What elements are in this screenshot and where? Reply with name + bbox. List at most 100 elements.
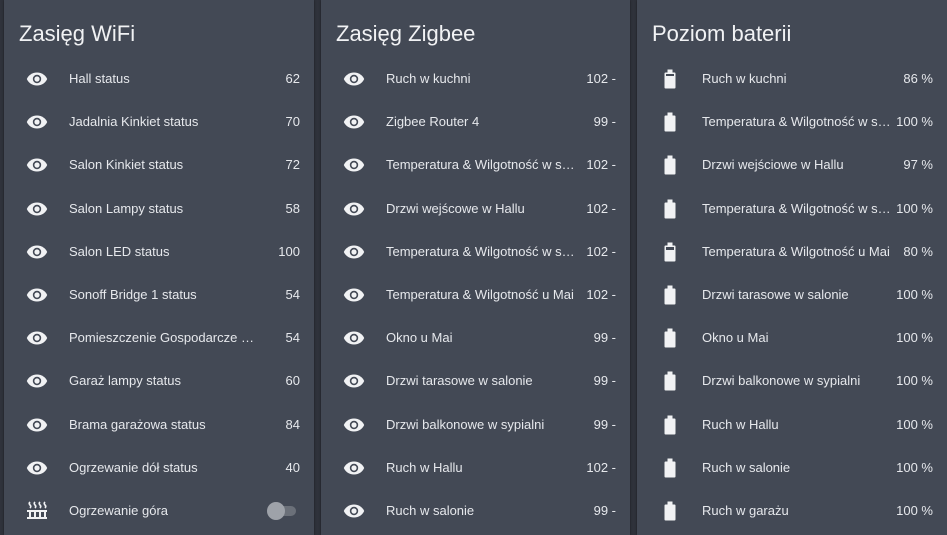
entity-name: Drzwi balkonowe w sypialni: [702, 373, 861, 389]
battery-icon: [659, 198, 681, 220]
list-item[interactable]: Jadalnia Kinkiet status 70: [4, 107, 314, 137]
entity-name: Okno u Mai: [386, 330, 453, 346]
entity-value: 84: [285, 416, 300, 432]
list-item[interactable]: Temperatura & Wilgotność w sypialni 102 -: [321, 237, 630, 267]
entity-name: Pomieszczenie Gospodarcze Lampy status: [69, 330, 260, 346]
list-item[interactable]: Temperatura & Wilgotność w sypialni100 %: [637, 194, 947, 224]
list-item[interactable]: Drzwi wejścowe w Hallu 102 -: [321, 194, 630, 224]
list-item[interactable]: Ruch w kuchni 102 -: [321, 64, 630, 94]
entity-value: 60: [285, 373, 300, 389]
eye-icon: [26, 327, 48, 349]
entity-value: 100 %: [896, 200, 933, 216]
eye-icon: [343, 284, 365, 306]
list-item[interactable]: Ruch w garażu 100 %: [637, 496, 947, 526]
entity-value: 99 -: [593, 416, 616, 432]
entity-name: Ruch w garażu: [702, 503, 789, 518]
card-title: Zasięg WiFi: [19, 21, 136, 46]
battery-icon: [659, 284, 681, 306]
battery-icon: [659, 241, 681, 263]
list-item[interactable]: Okno u Mai 99 -: [321, 323, 630, 353]
entity-value: 72: [285, 157, 300, 173]
list-item[interactable]: Drzwi tarasowe w salonie 99 -: [321, 366, 630, 396]
eye-icon: [26, 198, 48, 220]
eye-icon: [26, 370, 48, 392]
entity-name: Salon Kinkiet status: [69, 157, 184, 173]
entity-name: Temperatura & Wilgotność w salonie: [702, 114, 893, 130]
entity-name: Zigbee Router 4: [386, 114, 480, 130]
list-item[interactable]: Zigbee Router 4 99 -: [321, 107, 630, 137]
entity-name: Ruch w Hallu: [386, 459, 463, 475]
list-item[interactable]: Ruch w salonie 99 -: [321, 496, 630, 526]
list-item[interactable]: Drzwi wejściowe w Hallu 97 %: [637, 150, 947, 180]
eye-icon: [343, 111, 365, 133]
toggle-knob[interactable]: [267, 502, 285, 520]
list-item[interactable]: Hall status 62: [4, 64, 314, 94]
list-item[interactable]: Drzwi tarasowe w salonie 100 %: [637, 280, 947, 310]
eye-icon: [26, 414, 48, 436]
entity-name: Ruch w Hallu: [702, 416, 779, 432]
eye-icon: [343, 154, 365, 176]
entity-value: 100 %: [896, 459, 933, 475]
list-item[interactable]: Ruch w Hallu 102 -: [321, 453, 630, 483]
list-item[interactable]: Ruch w salonie 100 %: [637, 453, 947, 483]
entity-value: 70: [285, 114, 300, 130]
entity-value: 102 -: [586, 200, 616, 216]
entity-value: 102 -: [586, 243, 616, 259]
list-item[interactable]: Pomieszczenie Gospodarcze Lampy status 54: [4, 323, 314, 353]
eye-icon: [343, 198, 365, 220]
eye-icon: [343, 457, 365, 479]
list-item[interactable]: Garaż lampy status 60: [4, 366, 314, 396]
entity-value: 99 -: [593, 330, 616, 346]
entity-value: 100 %: [896, 373, 933, 389]
eye-icon: [26, 154, 48, 176]
list-item[interactable]: Salon LED status 100: [4, 237, 314, 267]
list-item[interactable]: Temperatura & Wilgotność w salonie 100 %: [637, 107, 947, 137]
list-item[interactable]: Ogrzewanie dół status 40: [4, 453, 314, 483]
entity-name: Drzwi tarasowe w salonie: [702, 287, 849, 302]
list-item[interactable]: Ruch w Hallu 100 %: [637, 410, 947, 440]
entity-name: Ogrzewanie góra: [69, 503, 168, 518]
eye-icon: [26, 241, 48, 263]
entity-value: 102 -: [586, 71, 616, 86]
entity-name: Drzwi wejścowe w Hallu: [386, 200, 525, 216]
entity-value: 80 %: [903, 243, 933, 259]
eye-icon: [343, 327, 365, 349]
list-item[interactable]: Ruch w kuchni 86 %: [637, 64, 947, 94]
entity-name: Temperatura & Wilgotność w sypialni: [702, 200, 893, 216]
list-item[interactable]: Sonoff Bridge 1 status 54: [4, 280, 314, 310]
list-item[interactable]: Ogrzewanie góra: [4, 496, 314, 526]
eye-icon: [343, 241, 365, 263]
radiator-icon: [26, 500, 48, 522]
list-item[interactable]: Drzwi balkonowe w sypialni 100 %: [637, 366, 947, 396]
entity-value: 58: [285, 200, 300, 216]
entity-value: 99 -: [593, 114, 616, 130]
battery-icon: [659, 68, 681, 90]
battery-icon: [659, 414, 681, 436]
list-item[interactable]: Salon Kinkiet status 72: [4, 150, 314, 180]
entity-name: Temperatura & Wilgotność w sypialni: [386, 243, 576, 259]
battery-icon: [659, 500, 681, 522]
entity-name: Salon Lampy status: [69, 200, 184, 216]
battery-card: Poziom baterii Ruch w kuchni 86 % Temperat…: [637, 0, 947, 535]
entity-name: Brama garażowa status: [69, 416, 206, 432]
entity-name: Drzwi tarasowe w salonie: [386, 373, 533, 389]
entity-name: Drzwi wejściowe w Hallu: [702, 157, 844, 173]
list-item[interactable]: Okno u Mai 100 %: [637, 323, 947, 353]
entity-name: Salon LED status: [69, 243, 170, 259]
entity-value: 100 %: [896, 416, 933, 432]
list-item[interactable]: Temperatura & Wilgotność w salonie 102 -: [321, 150, 630, 180]
eye-icon: [26, 284, 48, 306]
wifi-card: Zasięg WiFi Hall status 62 Jadalnia Kinkie…: [4, 0, 314, 535]
eye-icon: [26, 68, 48, 90]
list-item[interactable]: Salon Lampy status 58: [4, 194, 314, 224]
entity-name: Ruch w salonie: [386, 503, 475, 518]
list-item[interactable]: Brama garażowa status 84: [4, 410, 314, 440]
entity-name: Hall status: [69, 71, 130, 86]
list-item[interactable]: Drzwi balkonowe w sypialni 99 -: [321, 410, 630, 440]
eye-icon: [26, 457, 48, 479]
heating-toggle[interactable]: [267, 502, 296, 520]
entity-value: 86 %: [903, 71, 933, 86]
list-item[interactable]: Temperatura & Wilgotność u Mai 102 -: [321, 280, 630, 310]
list-item[interactable]: Temperatura & Wilgotność u Mai 80 %: [637, 237, 947, 267]
entity-value: 100 %: [896, 114, 933, 130]
